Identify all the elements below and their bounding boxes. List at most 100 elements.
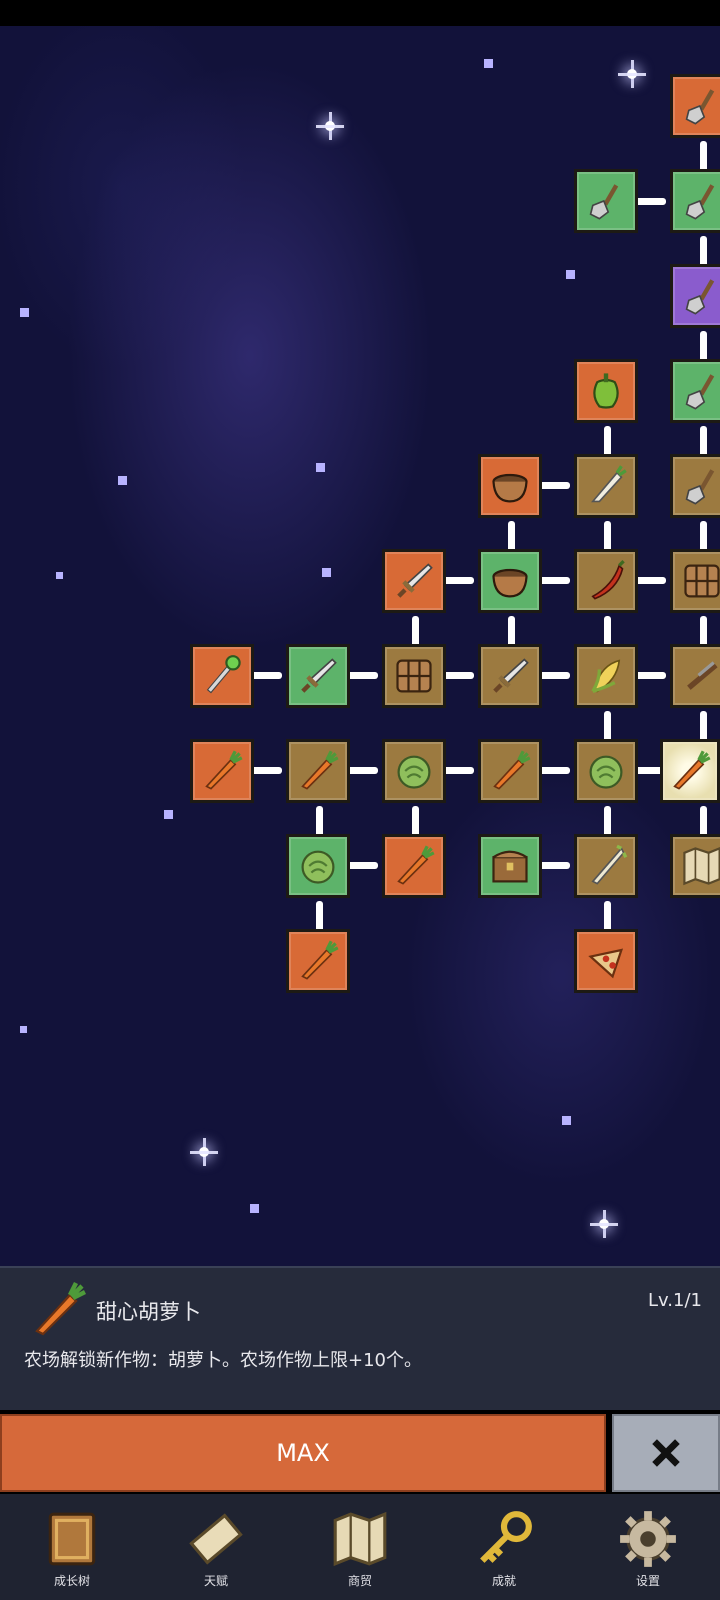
tab-label: 商贸 xyxy=(347,1574,372,1588)
skill-title: 甜心胡萝卜 xyxy=(96,1300,201,1324)
tree-link xyxy=(346,672,378,679)
chili-icon xyxy=(584,559,628,603)
skill-node[interactable] xyxy=(574,454,638,518)
skill-node[interactable] xyxy=(670,169,720,233)
skill-node[interactable] xyxy=(382,834,446,898)
book-icon xyxy=(41,1508,103,1570)
tab-growth-tree[interactable]: 成长树 xyxy=(0,1494,144,1600)
skill-node[interactable] xyxy=(286,929,350,993)
star xyxy=(316,463,325,472)
carrot-icon xyxy=(668,749,712,793)
close-icon xyxy=(647,1434,685,1472)
max-button[interactable]: MAX xyxy=(0,1414,606,1492)
carrot-icon xyxy=(296,939,340,983)
skill-node[interactable] xyxy=(478,454,542,518)
crate-icon xyxy=(680,559,720,603)
tab-label: 成长树 xyxy=(53,1574,90,1588)
skill-node-selected[interactable] xyxy=(660,739,720,803)
map-icon xyxy=(329,1508,391,1570)
tab-label: 成就 xyxy=(491,1574,516,1588)
crate-icon xyxy=(392,654,436,698)
tab-achievements[interactable]: 成就 xyxy=(432,1494,576,1600)
tree-link xyxy=(634,672,666,679)
map-icon xyxy=(680,844,720,888)
shovel-icon xyxy=(584,179,628,223)
tree-link xyxy=(634,577,666,584)
tree-link xyxy=(250,672,282,679)
carrot-icon xyxy=(200,749,244,793)
skill-node[interactable] xyxy=(574,549,638,613)
skill-node[interactable] xyxy=(190,739,254,803)
shovel-icon xyxy=(680,369,720,413)
leek-icon xyxy=(584,844,628,888)
skill-node[interactable] xyxy=(574,834,638,898)
skill-node[interactable] xyxy=(670,264,720,328)
skill-node[interactable] xyxy=(670,74,720,138)
tree-link xyxy=(442,767,474,774)
carrot-icon xyxy=(296,749,340,793)
carrot-icon xyxy=(488,749,532,793)
star xyxy=(164,810,173,819)
skill-node[interactable] xyxy=(478,834,542,898)
tree-link xyxy=(538,482,570,489)
tab-settings[interactable]: 设置 xyxy=(576,1494,720,1600)
skill-node[interactable] xyxy=(478,549,542,613)
skill-node[interactable] xyxy=(286,834,350,898)
tree-link xyxy=(346,862,378,869)
skill-node[interactable] xyxy=(670,644,720,708)
star xyxy=(250,1204,259,1213)
skill-tree-canvas[interactable] xyxy=(0,26,720,1266)
close-button[interactable] xyxy=(612,1414,720,1492)
sword-icon xyxy=(392,559,436,603)
skill-node[interactable] xyxy=(478,644,542,708)
shovel-icon xyxy=(680,179,720,223)
star xyxy=(20,308,29,317)
star xyxy=(118,476,127,485)
bowl-icon xyxy=(488,464,532,508)
skill-node[interactable] xyxy=(670,359,720,423)
sword-icon xyxy=(488,654,532,698)
treasure-chest-icon xyxy=(488,844,532,888)
star xyxy=(322,568,331,577)
star xyxy=(566,270,575,279)
star xyxy=(484,59,493,68)
carrot-icon xyxy=(392,844,436,888)
cabbage-icon xyxy=(296,844,340,888)
skill-node[interactable] xyxy=(574,359,638,423)
tab-talent[interactable]: 天赋 xyxy=(144,1494,288,1600)
skill-description: 农场解锁新作物：胡萝卜。农场作物上限+10个。 xyxy=(24,1350,422,1371)
bell-pepper-icon xyxy=(584,369,628,413)
tab-label: 天赋 xyxy=(203,1574,228,1588)
radish-icon xyxy=(584,464,628,508)
skill-node[interactable] xyxy=(670,834,720,898)
pizza-icon xyxy=(584,939,628,983)
skill-node[interactable] xyxy=(382,739,446,803)
skill-node[interactable] xyxy=(670,549,720,613)
skill-node[interactable] xyxy=(286,739,350,803)
star xyxy=(56,572,63,579)
skill-node[interactable] xyxy=(382,644,446,708)
corn-icon xyxy=(584,654,628,698)
bowl-icon xyxy=(488,559,532,603)
skill-node[interactable] xyxy=(286,644,350,708)
skill-node[interactable] xyxy=(478,739,542,803)
skill-node[interactable] xyxy=(574,169,638,233)
cabbage-icon xyxy=(584,749,628,793)
tree-link xyxy=(538,672,570,679)
tree-link xyxy=(346,767,378,774)
skill-node[interactable] xyxy=(670,454,720,518)
tree-link xyxy=(250,767,282,774)
star xyxy=(562,1116,571,1125)
skill-node[interactable] xyxy=(574,929,638,993)
skill-node[interactable] xyxy=(574,644,638,708)
skill-node[interactable] xyxy=(574,739,638,803)
staff-icon xyxy=(200,654,244,698)
tree-link xyxy=(442,672,474,679)
cabbage-icon xyxy=(392,749,436,793)
key-icon xyxy=(473,1508,535,1570)
skill-node[interactable] xyxy=(190,644,254,708)
skill-node[interactable] xyxy=(382,549,446,613)
carrot-icon xyxy=(28,1280,88,1340)
sword-icon xyxy=(296,654,340,698)
tab-trade[interactable]: 商贸 xyxy=(288,1494,432,1600)
